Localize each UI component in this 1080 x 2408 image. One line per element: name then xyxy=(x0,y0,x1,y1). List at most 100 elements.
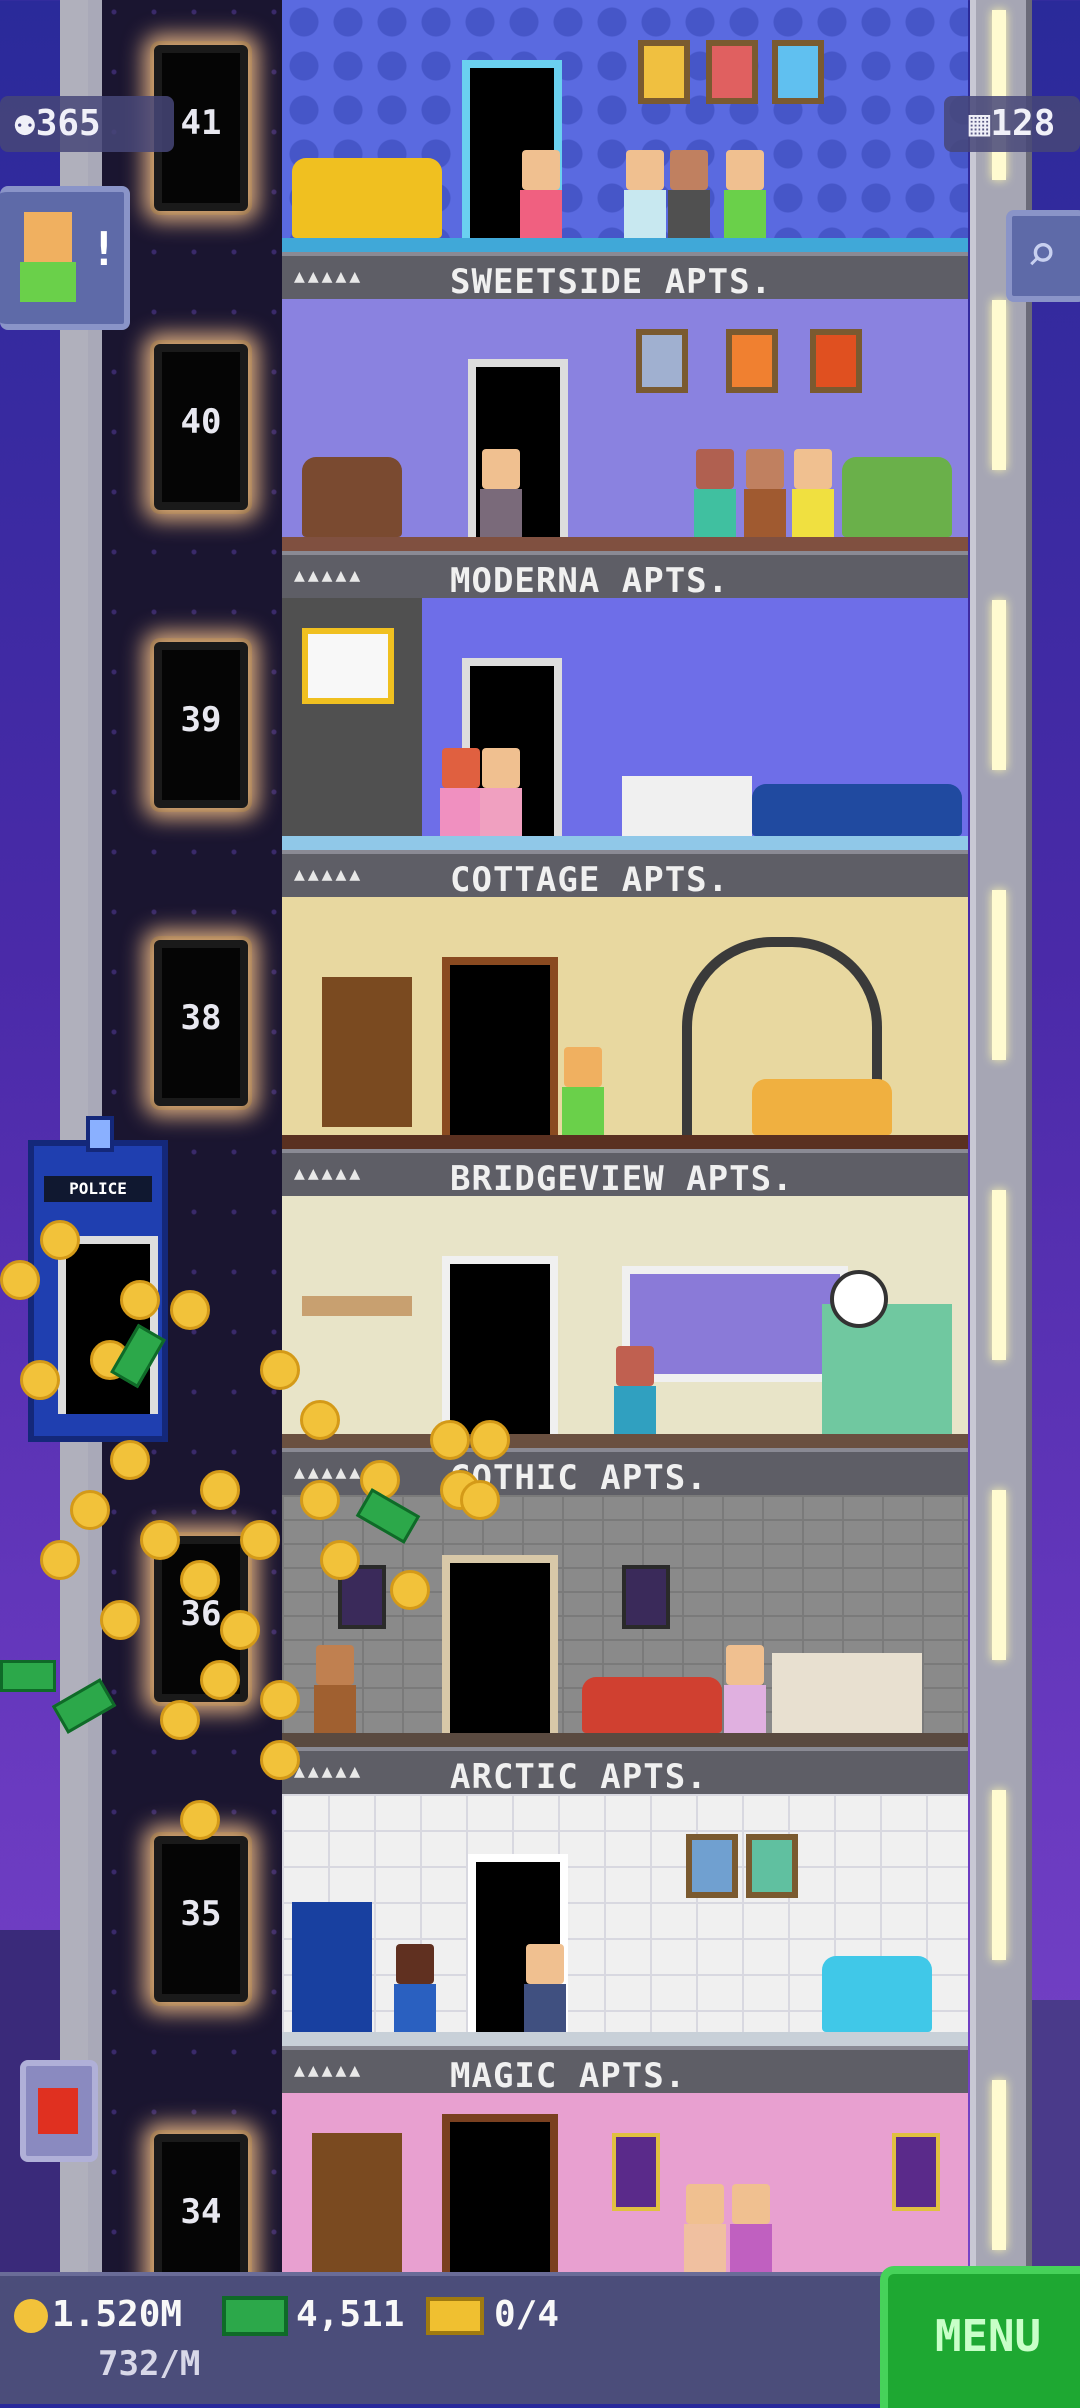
banner-icon xyxy=(612,2133,660,2211)
picture-frame xyxy=(706,40,758,104)
floor-label[interactable]: ▲▲▲▲▲ COTTAGE APTS. xyxy=(282,850,968,897)
resident-slots-icon: ▲▲▲▲▲ xyxy=(294,864,364,885)
floor-door xyxy=(442,2114,558,2272)
floor-counter[interactable]: ▦128 xyxy=(944,96,1080,152)
floor-name: COTTAGE APTS. xyxy=(450,860,730,897)
green-sofa xyxy=(842,457,952,537)
floor-partial[interactable] xyxy=(282,2093,968,2272)
resident[interactable] xyxy=(522,1944,568,2032)
coin-balance[interactable]: 1.520M xyxy=(14,2294,182,2335)
resident[interactable] xyxy=(518,150,564,238)
resident[interactable] xyxy=(722,150,768,238)
elevator-floor-39[interactable]: 39 xyxy=(154,642,248,808)
floor-door xyxy=(442,957,558,1135)
resident[interactable] xyxy=(622,150,668,238)
blue-sofa xyxy=(752,784,962,836)
picture-frame xyxy=(726,329,778,393)
exclamation-icon: ! xyxy=(90,222,118,276)
fridge xyxy=(822,1304,952,1434)
resident[interactable] xyxy=(742,449,788,537)
yellow-sofa xyxy=(752,1079,892,1135)
resident-slots-icon: ▲▲▲▲▲ xyxy=(294,1761,364,1782)
tardis-light-icon xyxy=(86,1116,114,1152)
picture-frame xyxy=(746,1834,798,1898)
resident[interactable] xyxy=(478,449,524,537)
room-interior xyxy=(282,897,968,1149)
resident[interactable] xyxy=(728,2184,774,2272)
tower-right-column xyxy=(970,0,1032,2272)
resident-alert-button[interactable]: ! xyxy=(0,186,130,330)
resident[interactable] xyxy=(478,748,524,836)
red-sofa xyxy=(582,1677,722,1733)
clock-icon xyxy=(830,1270,888,1328)
floor-sweetside[interactable]: ▲▲▲▲▲ SWEETSIDE APTS. xyxy=(282,0,968,299)
floor-name: ARCTIC APTS. xyxy=(450,1757,708,1794)
search-icon: ⌕ xyxy=(1026,224,1058,284)
resident[interactable] xyxy=(392,1944,438,2032)
resident-slots-icon: ▲▲▲▲▲ xyxy=(294,1462,364,1483)
room-interior xyxy=(282,598,968,850)
floor-label[interactable]: ▲▲▲▲▲ BRIDGEVIEW APTS. xyxy=(282,1149,968,1196)
resident[interactable] xyxy=(692,449,738,537)
resident[interactable] xyxy=(682,2184,728,2272)
picture-frame xyxy=(686,1834,738,1898)
person-icon: ⚉ xyxy=(14,103,36,144)
shield-icon xyxy=(622,1565,670,1629)
room-interior xyxy=(282,2093,968,2272)
resident[interactable] xyxy=(666,150,712,238)
floor-cottage[interactable]: ▲▲▲▲▲ COTTAGE APTS. xyxy=(282,598,968,897)
fries-bonus-button[interactable] xyxy=(20,2060,98,2162)
ticket-balance[interactable]: 0/4 xyxy=(426,2294,559,2335)
floor-moderna[interactable]: ▲▲▲▲▲ MODERNA APTS. xyxy=(282,299,968,598)
yellow-sofa xyxy=(292,158,442,238)
floor-gothic[interactable]: ▲▲▲▲▲ GOTHIC APTS. xyxy=(282,1196,968,1495)
floor-name: BRIDGEVIEW APTS. xyxy=(450,1159,794,1196)
resident[interactable] xyxy=(790,449,836,537)
bux-balance[interactable]: 4,511 xyxy=(222,2294,404,2336)
floor-label[interactable]: ▲▲▲▲▲ SWEETSIDE APTS. xyxy=(282,252,968,299)
population-counter[interactable]: ⚉365 xyxy=(0,96,174,152)
floor-label[interactable]: ▲▲▲▲▲ MAGIC APTS. xyxy=(282,2046,968,2093)
elevator-floor-38[interactable]: 38 xyxy=(154,940,248,1106)
fries-icon xyxy=(38,2088,78,2134)
tardis-door xyxy=(58,1236,158,1414)
resident[interactable] xyxy=(560,1047,606,1135)
room-interior xyxy=(282,1196,968,1448)
ticket-icon xyxy=(426,2297,484,2335)
floor-bridgeview[interactable]: ▲▲▲▲▲ BRIDGEVIEW APTS. xyxy=(282,897,968,1196)
room-interior xyxy=(282,1794,968,2046)
cyan-chair xyxy=(822,1956,932,2032)
income-rate: 732/M xyxy=(98,2344,201,2384)
floor-door xyxy=(442,1555,558,1733)
fireplace xyxy=(622,776,752,836)
floor-name: SWEETSIDE APTS. xyxy=(450,262,773,299)
floor-magic[interactable]: ▲▲▲▲▲ MAGIC APTS. xyxy=(282,1794,968,2093)
elevator-shaft[interactable]: 41 40 39 38 36 35 34 xyxy=(88,0,304,2300)
resident[interactable] xyxy=(312,1645,358,1733)
table xyxy=(302,1296,412,1316)
blue-fridge xyxy=(292,1902,372,2032)
bookshelf xyxy=(322,977,412,1127)
art-frame xyxy=(302,628,394,704)
menu-button[interactable]: MENU xyxy=(880,2266,1080,2408)
search-button[interactable]: ⌕ xyxy=(1006,210,1080,302)
resident[interactable] xyxy=(722,1645,768,1733)
resident-slots-icon: ▲▲▲▲▲ xyxy=(294,565,364,586)
floor-label[interactable]: ▲▲▲▲▲ MODERNA APTS. xyxy=(282,551,968,598)
floor-name: MAGIC APTS. xyxy=(450,2056,687,2093)
picture-frame xyxy=(810,329,862,393)
resident[interactable] xyxy=(612,1346,658,1434)
room-interior xyxy=(282,299,968,551)
tower-floors: ▲▲▲▲▲ SWEETSIDE APTS. ▲▲▲▲▲ MODERNA APTS… xyxy=(282,0,968,2272)
elevator-floor-40[interactable]: 40 xyxy=(154,344,248,510)
floor-arctic[interactable]: ▲▲▲▲▲ ARCTIC APTS. xyxy=(282,1495,968,1794)
bookshelf xyxy=(312,2133,402,2272)
floor-label[interactable]: ▲▲▲▲▲ ARCTIC APTS. xyxy=(282,1747,968,1794)
floor-door xyxy=(442,1256,558,1434)
room-interior xyxy=(282,0,968,252)
brown-chair xyxy=(302,457,402,537)
coin-icon xyxy=(14,2299,48,2333)
picture-frame xyxy=(772,40,824,104)
bux-icon xyxy=(222,2296,288,2336)
elevator-floor-35[interactable]: 35 xyxy=(154,1836,248,2002)
